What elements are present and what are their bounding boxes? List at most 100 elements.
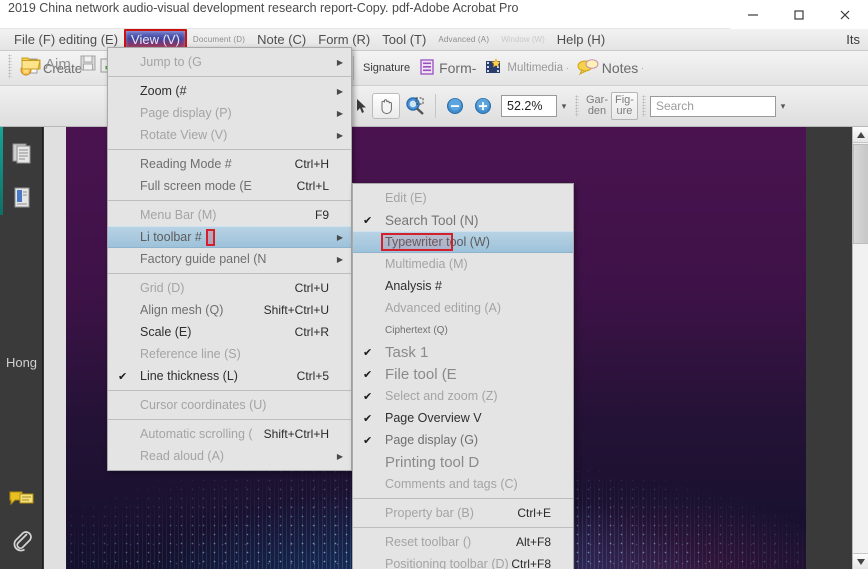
menu-item-line-thickness[interactable]: ✔ Line thickness (L) Ctrl+5 <box>108 365 351 387</box>
window-title: 2019 China network audio-visual developm… <box>8 1 519 15</box>
zoom-out-button[interactable] <box>441 94 469 118</box>
submenu-item-comments-and-tags[interactable]: Comments and tags (C) <box>353 473 573 495</box>
menu-item-factory-guide-panel[interactable]: Factory guide panel (N ▶ <box>108 248 351 270</box>
scroll-up-icon[interactable] <box>853 127 868 143</box>
menu-label: Task 1 <box>385 343 429 361</box>
sidebar-item-bookmarks[interactable] <box>8 184 36 212</box>
menu-item-toolbar[interactable]: Li toolbar # ▶ <box>108 226 351 248</box>
toolbar-grip-3[interactable] <box>575 95 579 117</box>
submenu-item-positioning-toolbar[interactable]: Positioning toolbar (D) Ctrl+F8 <box>353 553 573 569</box>
sidebar-item-pages[interactable] <box>8 139 36 167</box>
submenu-item-page-overview[interactable]: ✔ Page Overview V <box>353 407 573 429</box>
zoom-in-button[interactable] <box>469 94 497 118</box>
notes-button[interactable]: Notes · <box>573 56 648 81</box>
search-dropdown-icon[interactable]: ▾ <box>776 95 790 117</box>
menu-item-full-screen-mode[interactable]: Full screen mode (E Ctrl+L <box>108 175 351 197</box>
hand-tool-button[interactable] <box>372 93 400 119</box>
menu-label: Cursor coordinates (U) <box>140 398 267 412</box>
menu-accelerator: Ctrl+L <box>296 179 329 193</box>
multimedia-button[interactable]: Multimedia · <box>480 56 572 81</box>
accent-strip <box>0 127 3 215</box>
window-controls <box>730 0 868 29</box>
toolbar-submenu: Edit (E) ✔ Search Tool (N) Typewriter to… <box>352 183 574 569</box>
scrollbar-thumb[interactable] <box>853 144 868 244</box>
minimize-button[interactable] <box>730 0 776 29</box>
folder-icon <box>20 54 42 75</box>
menu-label: Rotate View (V) <box>140 128 228 142</box>
scroll-down-icon[interactable] <box>853 553 868 569</box>
submenu-item-multimedia[interactable]: Multimedia (M) <box>353 253 573 275</box>
submenu-item-page-display[interactable]: ✔ Page display (G) <box>353 429 573 451</box>
figure-button[interactable]: Fig- ure <box>611 92 638 120</box>
menu-item-menu-bar[interactable]: Menu Bar (M) F9 <box>108 204 351 226</box>
form-button[interactable]: Form- <box>414 56 480 81</box>
menu-label: Line thickness (L) <box>140 369 238 383</box>
menu-item-align-mesh[interactable]: Align mesh (Q) Shift+Ctrl+U <box>108 299 351 321</box>
toolbar-grip-4[interactable] <box>641 95 646 117</box>
submenu-item-file-tool[interactable]: ✔ File tool (E <box>353 363 573 385</box>
toolbar-grip-2[interactable] <box>8 53 12 76</box>
menu-separator <box>353 498 573 499</box>
submenu-item-printing-tool[interactable]: Printing tool D <box>353 451 573 473</box>
notes-caret-icon: · <box>641 63 644 73</box>
maximize-button[interactable] <box>776 0 822 29</box>
submenu-item-typewriter-tool[interactable]: Typewriter tool (W) <box>353 231 573 253</box>
submenu-item-analysis[interactable]: Analysis # <box>353 275 573 297</box>
menu-document[interactable]: Document (D) <box>187 33 251 46</box>
submenu-item-search-tool[interactable]: ✔ Search Tool (N) <box>353 209 573 231</box>
menu-item-scale[interactable]: Scale (E) Ctrl+R <box>108 321 351 343</box>
submenu-item-advanced-editing[interactable]: Advanced editing (A) <box>353 297 573 319</box>
signature-button[interactable]: Signature <box>359 60 414 76</box>
checkmark-icon: ✔ <box>363 412 373 425</box>
menu-item-rotate-view[interactable]: Rotate View (V) ▶ <box>108 124 351 146</box>
vertical-scrollbar[interactable] <box>852 127 868 569</box>
sidebar-item-comments[interactable] <box>8 485 36 513</box>
submenu-item-property-bar[interactable]: Property bar (B) Ctrl+E <box>353 502 573 524</box>
menu-label: Reference line (S) <box>140 347 241 361</box>
menu-item-automatic-scrolling[interactable]: Automatic scrolling ( Shift+Ctrl+H <box>108 423 351 445</box>
menu-advanced[interactable]: Advanced (A) <box>432 33 495 46</box>
menu-label: Ciphertext (Q) <box>385 324 448 336</box>
menu-item-grid[interactable]: Grid (D) Ctrl+U <box>108 277 351 299</box>
acrobat-window: 2019 China network audio-visual developm… <box>0 0 868 569</box>
menu-item-reference-line[interactable]: Reference line (S) <box>108 343 351 365</box>
submenu-item-select-and-zoom[interactable]: ✔ Select and zoom (Z) <box>353 385 573 407</box>
select-zoom-tool-button[interactable] <box>400 94 430 118</box>
garden-button[interactable]: Gar- den <box>583 93 611 119</box>
submenu-item-reset-toolbar[interactable]: Reset toolbar () Alt+F8 <box>353 531 573 553</box>
menu-item-cursor-coordinates[interactable]: Cursor coordinates (U) <box>108 394 351 416</box>
menu-tool[interactable]: Tool (T) <box>376 30 432 49</box>
sidebar-item-attachments[interactable] <box>8 526 36 554</box>
menu-label: Page Overview V <box>385 411 482 425</box>
menu-item-jump-to[interactable]: Jump to (G ▶ <box>108 51 351 73</box>
menu-help[interactable]: Help (H) <box>551 30 611 49</box>
submenu-item-ciphertext[interactable]: Ciphertext (Q) <box>353 319 573 341</box>
menu-item-read-aloud[interactable]: Read aloud (A) ▶ <box>108 445 351 467</box>
menu-label: Search Tool (N) <box>385 212 479 228</box>
open-folder-button[interactable]: Aim <box>16 52 75 77</box>
page-background-right <box>830 127 852 569</box>
menu-label: Advanced editing (A) <box>385 301 502 315</box>
menu-separator <box>108 390 351 391</box>
submenu-item-edit[interactable]: Edit (E) <box>353 187 573 209</box>
menu-item-zoom[interactable]: Zoom (# ▶ <box>108 80 351 102</box>
menu-label: Reset toolbar () <box>385 535 472 549</box>
menu-label: Zoom (# <box>140 84 187 98</box>
submenu-item-task-1[interactable]: ✔ Task 1 <box>353 341 573 363</box>
close-button[interactable] <box>822 0 868 29</box>
chevron-right-icon: ▶ <box>336 254 343 264</box>
menu-item-reading-mode[interactable]: Reading Mode # Ctrl+H <box>108 153 351 175</box>
menu-separator <box>108 149 351 150</box>
checkmark-icon: ✔ <box>118 370 128 383</box>
menu-window[interactable]: Window (W) <box>495 33 551 46</box>
checkmark-icon: ✔ <box>363 368 373 381</box>
zoom-level-input[interactable]: 52.2% <box>501 95 557 117</box>
menu-item-page-display[interactable]: Page display (P) ▶ <box>108 102 351 124</box>
menu-accelerator: Ctrl+U <box>294 281 329 295</box>
save-button[interactable] <box>75 52 101 77</box>
chevron-right-icon: ▶ <box>336 86 343 96</box>
menu-label: Analysis # <box>385 279 442 293</box>
menu-label: Page display (P) <box>140 106 232 120</box>
zoom-dropdown-icon[interactable]: ▾ <box>557 95 571 117</box>
search-input[interactable]: Search <box>649 95 776 117</box>
